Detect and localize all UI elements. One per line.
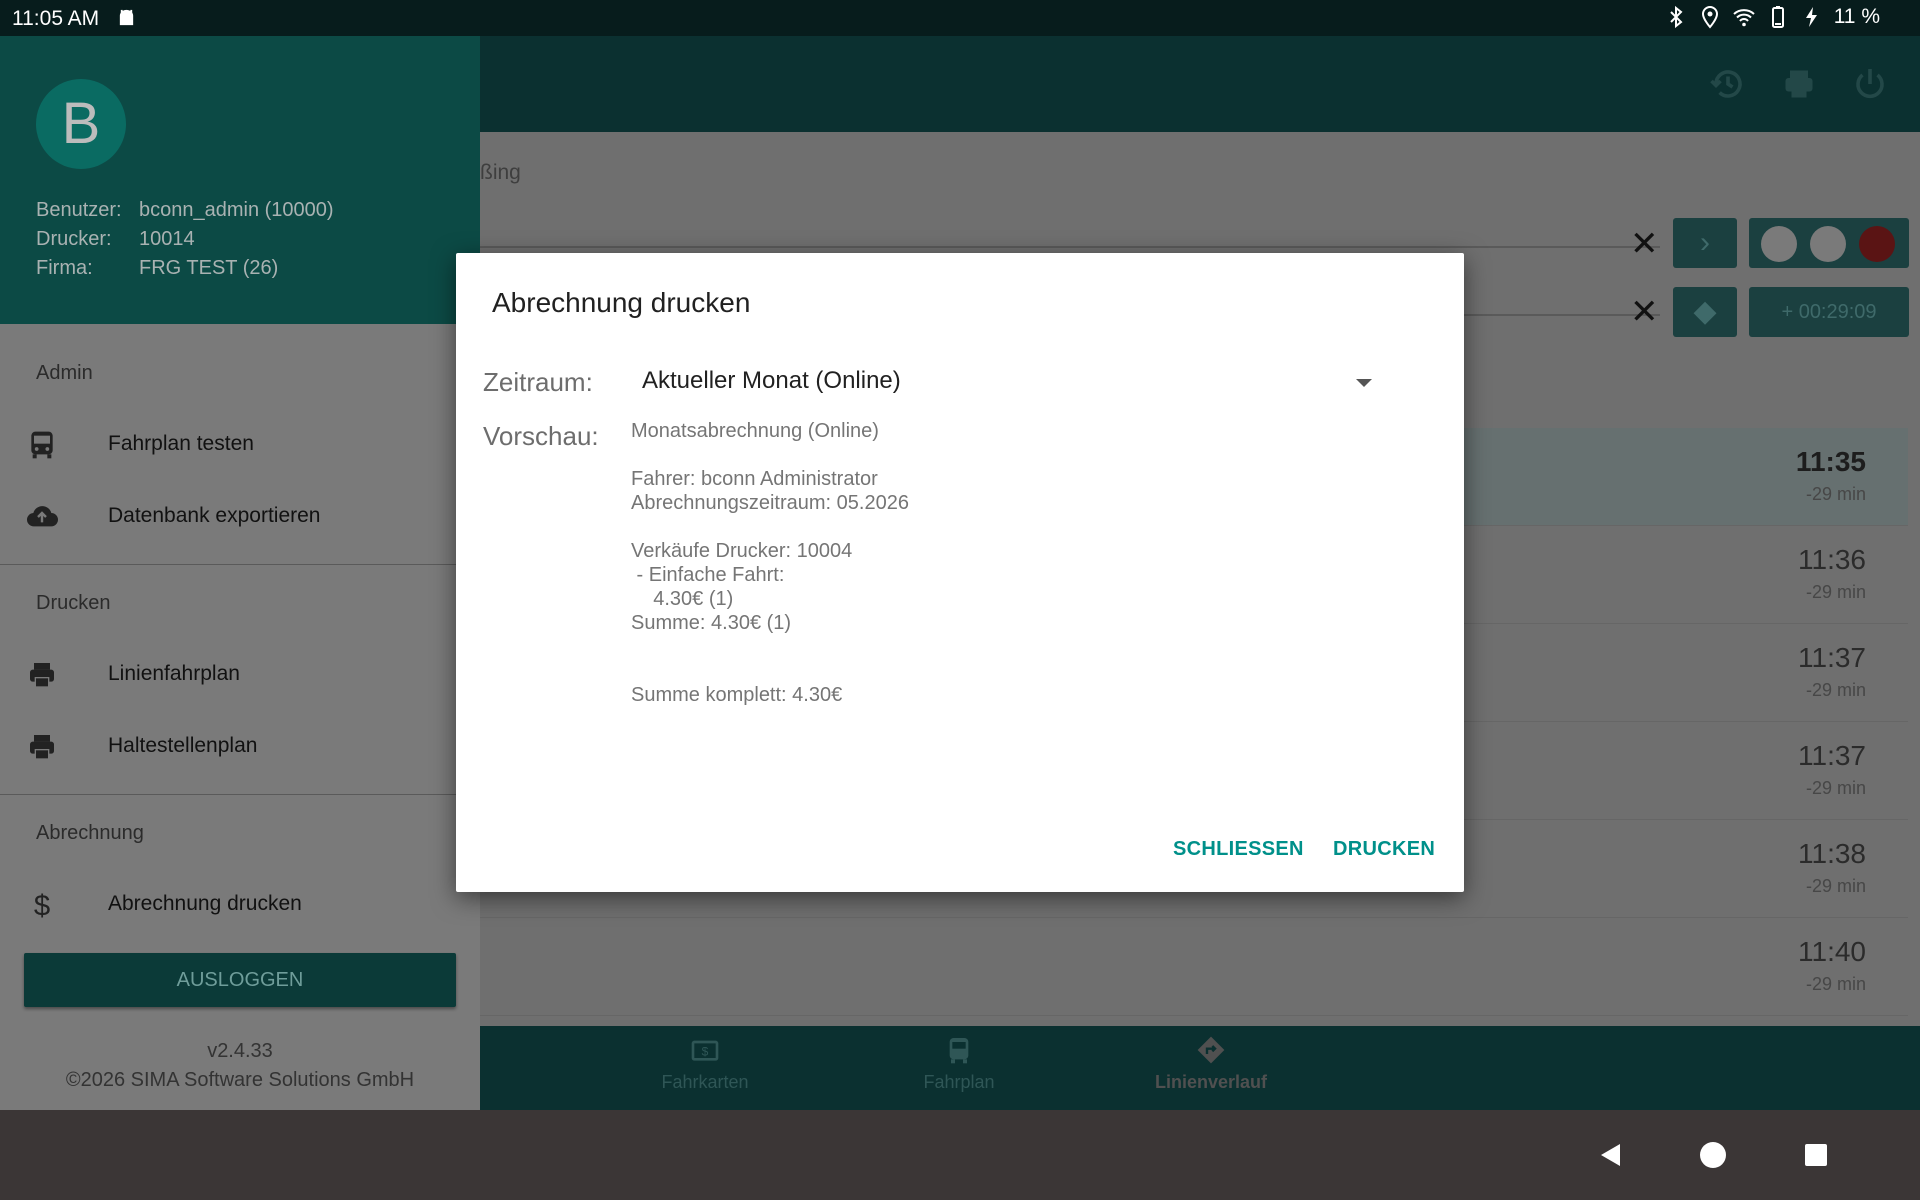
info-key: Drucker: [36, 228, 112, 250]
row-delta: -29 min [1805, 484, 1866, 504]
info-value: 10014 [139, 228, 195, 250]
section-drucken: Drucken [36, 592, 111, 614]
row-time: 11:38 [1798, 838, 1866, 869]
status-bar: 11:05 AM 11 % [0, 0, 1920, 36]
avatar: B [36, 79, 126, 169]
period-label: Zeitraum: [483, 367, 593, 397]
info-row-printer: Drucker: 10014 [36, 225, 334, 254]
preview-text: Monatsabrechnung (Online) Fahrer: bconn … [631, 420, 909, 706]
info-value: bconn_admin (10000) [139, 199, 334, 221]
navigation-drawer: B Benutzer: bconn_admin (10000) Drucker: 1… [0, 36, 480, 1110]
battery-percent: 11 % [1833, 5, 1880, 28]
row-time: 11:40 [1798, 936, 1866, 967]
period-value: Aktueller Monat (Online) [642, 367, 901, 394]
menu-item-abrechnung-drucken[interactable]: $ Abrechnung drucken [0, 876, 480, 932]
info-row-user: Benutzer: bconn_admin (10000) [36, 196, 334, 225]
menu-item-fahrplan-testen[interactable]: Fahrplan testen [0, 416, 480, 472]
recents-icon[interactable] [1801, 1140, 1831, 1170]
row-time: 11:37 [1798, 740, 1866, 771]
printer-icon [30, 735, 54, 760]
history-icon[interactable] [1710, 66, 1746, 102]
preview-label: Vorschau: [483, 421, 599, 451]
menu-item-haltestellenplan[interactable]: Haltestellenplan [0, 718, 480, 774]
nav-label: Fahrplan [923, 1072, 995, 1092]
drawer-header: B Benutzer: bconn_admin (10000) Drucker: 1… [0, 36, 480, 324]
info-row-company: Firma: FRG TEST (26) [36, 254, 334, 283]
battery-icon [1771, 6, 1784, 28]
row-delta: -29 min [1805, 974, 1866, 994]
bus-icon [31, 431, 53, 459]
stop-name: ßing [480, 161, 521, 184]
light-3 [1859, 226, 1895, 262]
clear-icon[interactable]: ✕ [1630, 292, 1659, 332]
info-key: Firma: [36, 257, 93, 279]
period-select[interactable]: Aktueller Monat (Online) [642, 367, 1382, 401]
dollar-icon: $ [34, 890, 50, 921]
row-delta: -29 min [1805, 876, 1866, 896]
menu-label: Abrechnung drucken [108, 892, 302, 915]
route-button[interactable]: ◆ [1673, 287, 1737, 337]
print-button[interactable]: DRUCKEN [1333, 838, 1435, 861]
svg-text:$: $ [34, 890, 50, 921]
nav-fahrplan[interactable]: Fahrplan [869, 1034, 1049, 1093]
menu-label: Haltestellenplan [108, 734, 258, 757]
divider [0, 564, 480, 565]
version-number: v2.4.33 [207, 1040, 273, 1062]
ticket-icon: $ [691, 1040, 719, 1061]
bluetooth-icon [1669, 5, 1683, 29]
row-delta: -29 min [1805, 680, 1866, 700]
nav-fahrkarten[interactable]: $ Fahrkarten [615, 1034, 795, 1093]
menu-label: Datenbank exportieren [108, 504, 321, 527]
close-button[interactable]: SCHLIESSEN [1173, 838, 1304, 861]
version-info: v2.4.33 ©2026 SIMA Software Solutions Gm… [0, 1037, 480, 1095]
info-value: FRG TEST (26) [139, 257, 279, 279]
section-admin: Admin [36, 362, 93, 384]
traffic-lights [1749, 218, 1909, 268]
status-time: 11:05 AM [12, 7, 100, 30]
search-field-1[interactable] [480, 198, 1660, 248]
dialog-title: Abrechnung drucken [492, 287, 751, 318]
light-2 [1810, 226, 1846, 262]
cloud-upload-icon [26, 506, 58, 527]
svg-text:$: $ [702, 1044, 709, 1058]
nav-label: Linienverlauf [1154, 1072, 1268, 1092]
row-delta: -29 min [1805, 778, 1866, 798]
row-time: 11:36 [1798, 544, 1866, 575]
location-icon [1701, 5, 1718, 29]
nav-linienverlauf[interactable]: Linienverlauf [1121, 1034, 1301, 1093]
row-time: 11:37 [1798, 642, 1866, 673]
info-key: Benutzer: [36, 199, 122, 221]
menu-item-datenbank-exportieren[interactable]: Datenbank exportieren [0, 488, 480, 544]
route-icon [1197, 1036, 1225, 1064]
print-billing-dialog: Abrechnung drucken Zeitraum: Aktueller M… [456, 253, 1464, 892]
printer-icon[interactable] [1781, 66, 1817, 102]
next-button[interactable]: › [1673, 218, 1737, 268]
chevron-down-icon [1356, 379, 1372, 387]
menu-label: Linienfahrplan [108, 662, 240, 685]
home-icon[interactable] [1698, 1140, 1728, 1170]
android-icon [119, 9, 134, 26]
status-icons: 11 % [1664, 5, 1880, 29]
menu-label: Fahrplan testen [108, 432, 254, 455]
bus-icon [949, 1038, 969, 1064]
power-icon[interactable] [1852, 66, 1888, 102]
divider [0, 794, 480, 795]
clear-icon[interactable]: ✕ [1630, 224, 1659, 264]
user-info: Benutzer: bconn_admin (10000) Drucker: 100… [36, 196, 334, 283]
list-item[interactable]: 11:40 -29 min [480, 918, 1908, 1016]
delay-badge: + 00:29:09 [1749, 287, 1909, 337]
menu-item-linienfahrplan[interactable]: Linienfahrplan [0, 646, 480, 702]
charging-icon [1805, 7, 1817, 27]
back-icon[interactable] [1596, 1140, 1626, 1170]
copyright: ©2026 SIMA Software Solutions GmbH [65, 1069, 415, 1091]
section-abrechnung: Abrechnung [36, 822, 144, 844]
logout-button[interactable]: AUSLOGGEN [24, 953, 456, 1007]
nav-label: Fahrkarten [661, 1072, 749, 1092]
system-navigation-bar [0, 1110, 1920, 1200]
row-time: 11:35 [1795, 446, 1866, 477]
printer-icon [30, 663, 54, 688]
light-1 [1761, 226, 1797, 262]
row-delta: -29 min [1805, 582, 1866, 602]
wifi-icon [1733, 9, 1755, 27]
